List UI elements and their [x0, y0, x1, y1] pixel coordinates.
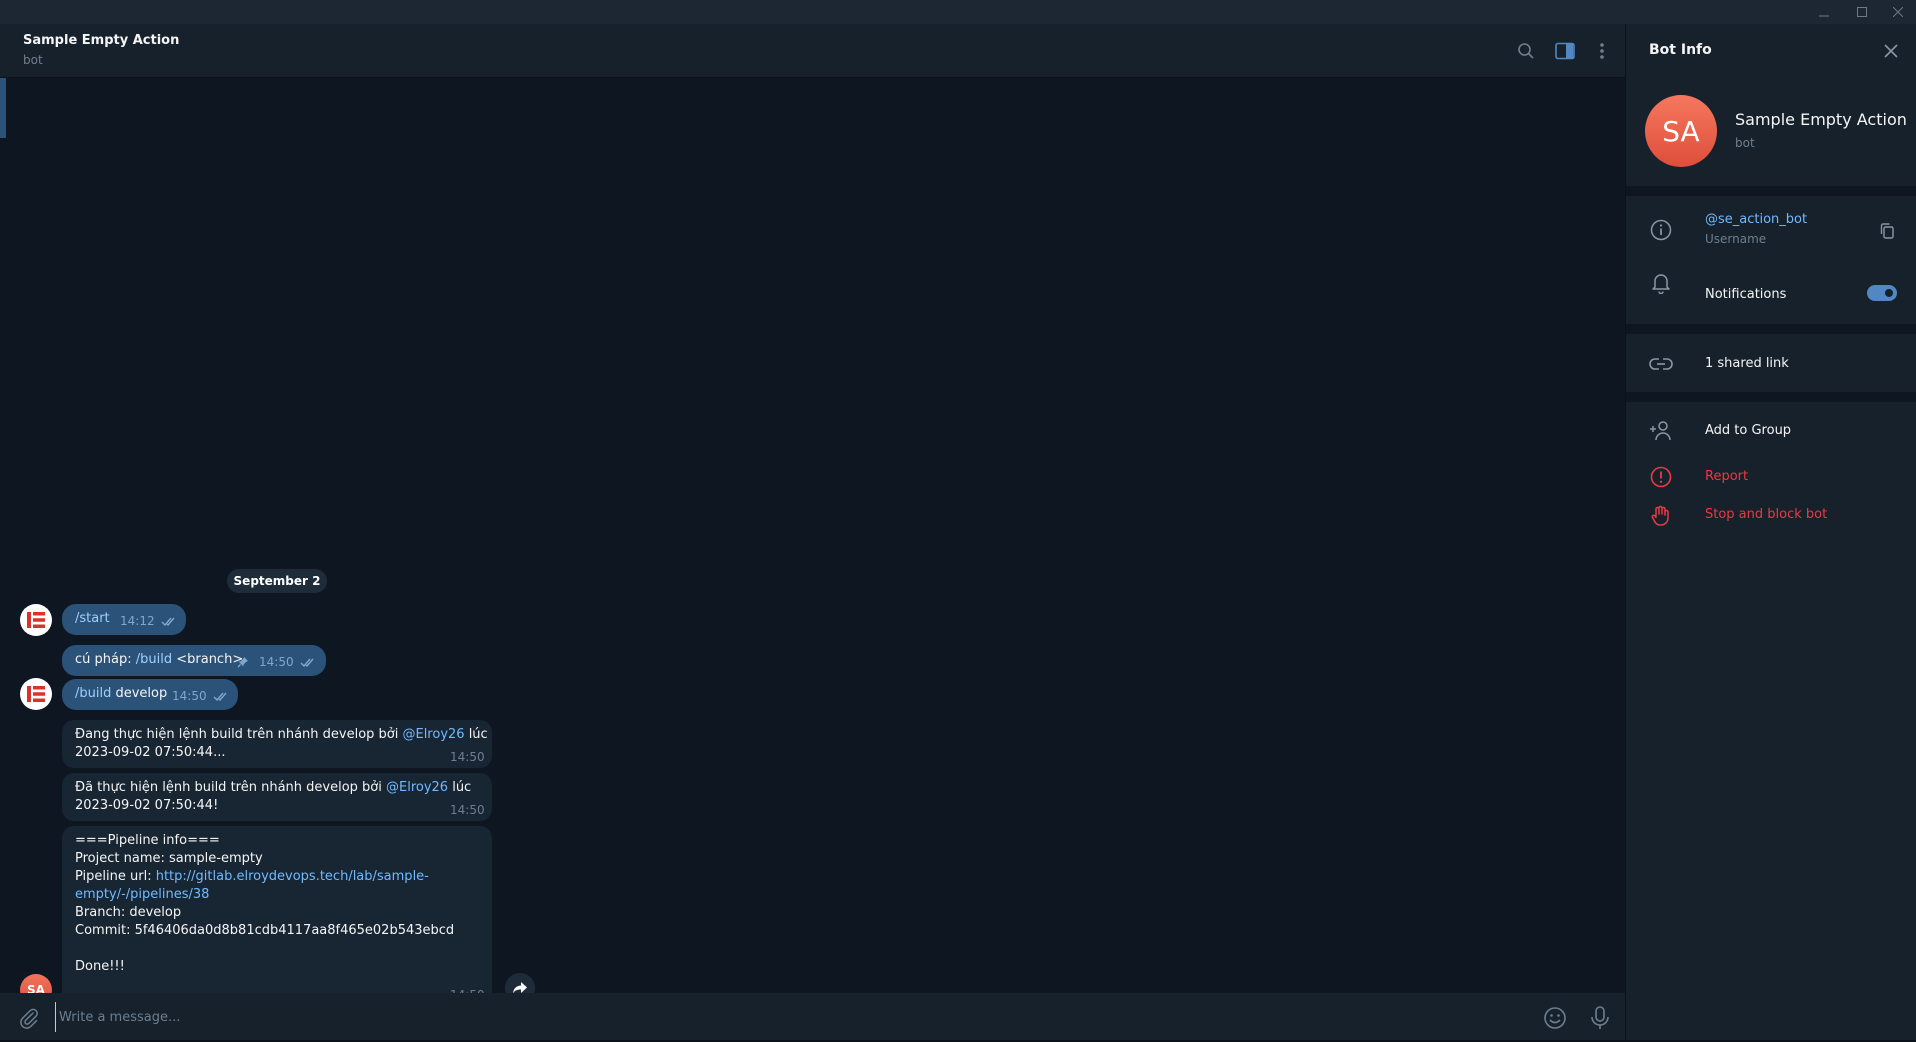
message-text: Đang thực hiện lệnh build trên nhánh dev… [75, 727, 488, 760]
message-text: ===Pipeline info=== Project name: sample… [75, 833, 455, 974]
double-check-icon [300, 658, 314, 667]
window-titlebar [0, 0, 1916, 24]
section-divider [1626, 324, 1916, 334]
message-time: 14:50 [259, 655, 294, 669]
notifications-toggle[interactable] [1867, 285, 1897, 301]
outgoing-message[interactable]: /start 14:12 [62, 604, 186, 635]
date-separator: September 2 [227, 569, 327, 593]
hand-stop-icon [1648, 502, 1674, 528]
link-icon [1648, 351, 1674, 377]
toggle-knob [1883, 287, 1895, 299]
maximize-icon[interactable] [1844, 0, 1880, 24]
chat-subtitle: bot [23, 53, 43, 67]
mention-link[interactable]: @Elroy26 [402, 727, 464, 742]
chat-header[interactable]: Sample Empty Action bot [0, 24, 1625, 78]
section-divider [1626, 186, 1916, 196]
more-vertical-icon[interactable] [1590, 39, 1614, 63]
command-link[interactable]: /build [75, 686, 111, 701]
message-time: 14:12 [120, 614, 155, 628]
double-check-icon [213, 692, 227, 701]
message-composer [0, 993, 1625, 1042]
copy-icon[interactable] [1876, 220, 1898, 242]
username-label: Username [1705, 232, 1767, 246]
user-avatar[interactable] [20, 604, 52, 636]
report-icon [1648, 464, 1674, 490]
emoji-icon[interactable] [1543, 1006, 1567, 1034]
close-icon[interactable] [1880, 0, 1916, 24]
attach-icon[interactable] [18, 1007, 40, 1033]
incoming-message[interactable]: ===Pipeline info=== Project name: sample… [62, 826, 492, 1006]
message-text: Đã thực hiện lệnh build trên nhánh devel… [75, 780, 472, 813]
bot-info-panel: Bot Info SA Sample Empty Action bot @se_… [1625, 24, 1916, 1042]
info-icon [1648, 217, 1674, 243]
bot-name: Sample Empty Action [1735, 110, 1907, 129]
bot-subtitle: bot [1735, 136, 1755, 150]
notifications-label: Notifications [1705, 287, 1787, 302]
minimize-icon[interactable] [1806, 0, 1842, 24]
double-check-icon [161, 617, 175, 626]
username-value[interactable]: @se_action_bot [1705, 212, 1807, 227]
message-input[interactable] [55, 1002, 1515, 1032]
stop-and-block-item[interactable]: Stop and block bot [1705, 507, 1827, 522]
outgoing-message[interactable]: /build develop 14:50 [62, 679, 238, 710]
user-avatar[interactable] [20, 678, 52, 710]
close-icon[interactable] [1880, 40, 1902, 62]
search-icon[interactable] [1514, 39, 1538, 63]
message-time: 14:50 [172, 689, 207, 703]
section-divider [1626, 392, 1916, 402]
command-link[interactable]: /start [75, 611, 110, 626]
microphone-icon[interactable] [1589, 1005, 1611, 1035]
message-text: /build develop [75, 686, 168, 701]
pipeline-link[interactable]: empty/-/pipelines/38 [75, 887, 209, 902]
bot-avatar[interactable]: SA [1645, 95, 1717, 167]
scroll-indicator[interactable] [0, 78, 6, 138]
message-text: cú pháp: /build <branch> [75, 652, 244, 667]
chat-area: Sample Empty Action bot September 2 /sta… [0, 24, 1625, 1042]
message-time: 14:50 [450, 750, 485, 764]
incoming-message[interactable]: Đã thực hiện lệnh build trên nhánh devel… [62, 773, 492, 821]
bell-icon [1648, 270, 1674, 296]
outgoing-message[interactable]: cú pháp: /build <branch> 14:50 [62, 645, 326, 676]
incoming-message[interactable]: Đang thực hiện lệnh build trên nhánh dev… [62, 720, 492, 768]
side-panel-icon[interactable] [1553, 39, 1577, 63]
add-to-group-item[interactable]: Add to Group [1705, 423, 1791, 438]
add-user-icon [1648, 418, 1674, 444]
pipeline-link[interactable]: http://gitlab.elroydevops.tech/lab/sampl… [156, 869, 429, 884]
pin-icon [237, 657, 248, 668]
shared-links-item[interactable]: 1 shared link [1705, 356, 1789, 371]
chat-title[interactable]: Sample Empty Action [23, 33, 179, 48]
mention-link[interactable]: @Elroy26 [386, 780, 448, 795]
message-time: 14:50 [450, 803, 485, 817]
panel-title: Bot Info [1649, 42, 1712, 58]
command-link[interactable]: /build [136, 652, 172, 667]
report-item[interactable]: Report [1705, 469, 1748, 484]
